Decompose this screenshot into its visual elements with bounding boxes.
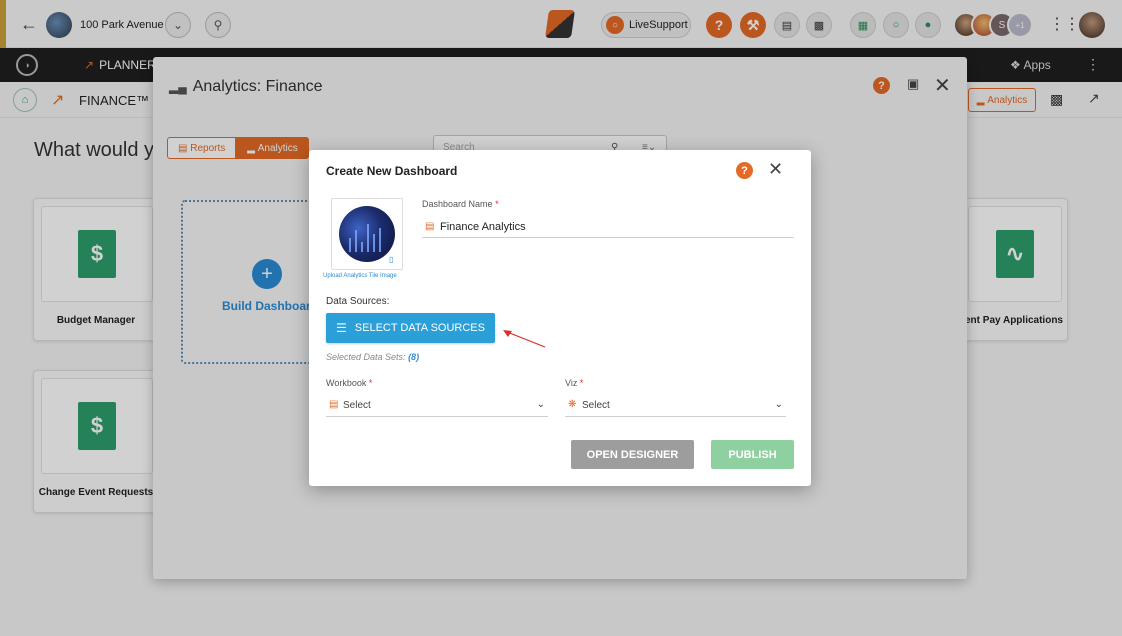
- dialog-title: Create New Dashboard: [326, 164, 458, 178]
- app-page: ← 100 Park Avenue ⌄ ⚲ ○ LiveSupport ? ⚒ …: [0, 0, 1122, 636]
- publish-button[interactable]: PUBLISH: [711, 440, 794, 469]
- selected-data-sets: Selected Data Sets: (8): [326, 352, 419, 362]
- selected-data-sets-label: Selected Data Sets:: [326, 352, 406, 362]
- required-marker: *: [368, 378, 373, 388]
- database-icon: ☰: [336, 321, 347, 335]
- document-icon: ▤: [425, 221, 435, 232]
- viz-label: Viz *: [565, 378, 583, 388]
- chevron-down-icon[interactable]: ⌄: [775, 399, 783, 410]
- required-marker: *: [495, 199, 499, 209]
- tile-image-bar: [367, 224, 369, 252]
- dashboard-name-value[interactable]: Finance Analytics: [440, 221, 526, 233]
- workbook-value: Select: [343, 400, 371, 411]
- workbook-label: Workbook *: [326, 378, 372, 388]
- tile-image-box[interactable]: ▯: [331, 198, 403, 270]
- tile-image-bar: [349, 238, 351, 252]
- tile-image-bar: [361, 242, 363, 252]
- help-icon[interactable]: ?: [736, 162, 753, 179]
- viz-value: Select: [582, 400, 610, 411]
- workbook-icon: ▤: [329, 399, 339, 410]
- select-data-sources-button[interactable]: ☰ SELECT DATA SOURCES: [326, 313, 495, 343]
- viz-select[interactable]: ❋ Select ⌄: [565, 396, 786, 417]
- create-dashboard-dialog: Create New Dashboard ? ✕ ▯ Upload Analyt…: [309, 150, 811, 486]
- workbook-label-text: Workbook: [326, 378, 367, 388]
- dashboard-name-label-text: Dashboard Name: [422, 199, 493, 209]
- select-data-sources-label: SELECT DATA SOURCES: [354, 322, 485, 334]
- arrow-annotation-icon: [503, 330, 546, 348]
- viz-label-text: Viz: [565, 378, 578, 388]
- close-icon[interactable]: ✕: [768, 159, 783, 180]
- delete-icon[interactable]: ▯: [389, 255, 393, 264]
- open-designer-button[interactable]: OPEN DESIGNER: [571, 440, 694, 469]
- workbook-select[interactable]: ▤ Select ⌄: [326, 396, 548, 417]
- required-marker: *: [579, 378, 584, 388]
- chevron-down-icon[interactable]: ⌄: [537, 399, 545, 410]
- data-sources-label: Data Sources:: [326, 296, 390, 307]
- viz-icon: ❋: [568, 399, 577, 410]
- dashboard-name-label: Dashboard Name *: [422, 199, 499, 209]
- tile-image: [339, 206, 395, 262]
- upload-tile-image-link[interactable]: Upload Analytics Tile Image: [323, 273, 397, 279]
- tile-image-bar: [355, 230, 357, 252]
- tile-image-bar: [373, 234, 375, 252]
- selected-data-sets-count[interactable]: (8): [408, 352, 419, 362]
- tile-image-bar: [379, 228, 381, 252]
- dashboard-name-field[interactable]: ▤ Finance Analytics: [422, 218, 794, 238]
